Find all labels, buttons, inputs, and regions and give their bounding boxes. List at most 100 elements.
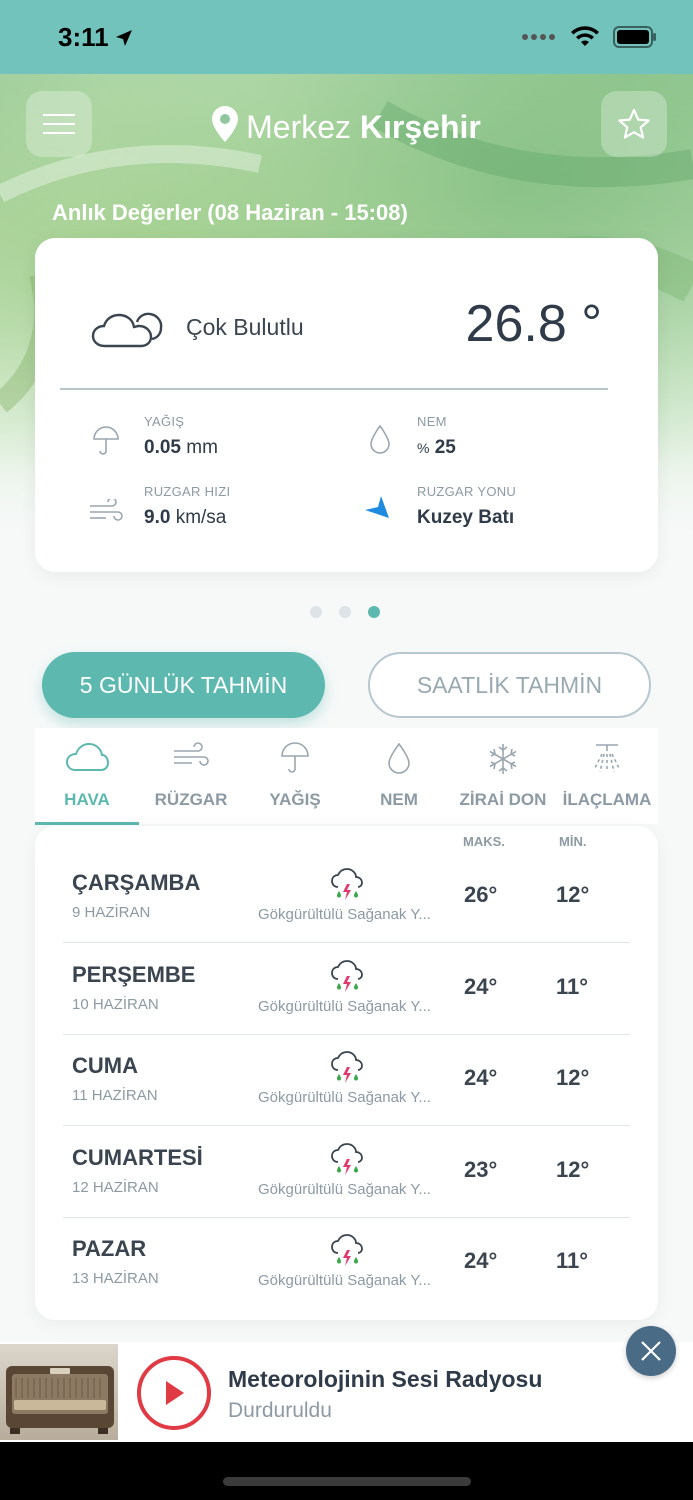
- forecast-day: ÇARŞAMBA: [72, 870, 201, 895]
- min-header: MİN.: [559, 834, 587, 849]
- page-dot-active[interactable]: [368, 606, 380, 618]
- wind-speed-metric: RUZGAR HIZI 9.0 km/sa: [144, 484, 230, 529]
- play-button[interactable]: [137, 1356, 211, 1430]
- thunderstorm-icon: [331, 1234, 363, 1266]
- humidity-drop-icon: [370, 424, 390, 454]
- home-area: [0, 1442, 693, 1500]
- forecast-min-temp: 12°: [556, 1156, 590, 1182]
- forecast-day: CUMA: [72, 1053, 138, 1078]
- tab-hava[interactable]: HAVA: [35, 728, 139, 824]
- precipitation-value: 0.05: [144, 437, 181, 458]
- humidity-label: NEM: [417, 414, 447, 429]
- thunderstorm-icon: [331, 1051, 363, 1083]
- forecast-row[interactable]: ÇARŞAMBA 9 HAZİRAN Gökgürültülü Sağanak Y.…: [63, 852, 630, 943]
- star-icon: [618, 108, 650, 139]
- status-time: 3:11: [58, 22, 109, 52]
- forecast-tabs: HAVA RÜZGAR YAĞIŞ NEM ZİRAİ DON İLAÇLAMA: [35, 728, 658, 824]
- page-dot[interactable]: [339, 606, 351, 618]
- wind-direction-value: Kuzey Batı: [417, 507, 515, 528]
- tab-label: ZİRAİ DON: [459, 790, 547, 809]
- page-dot[interactable]: [310, 606, 322, 618]
- forecast-max-temp: 24°: [464, 973, 498, 999]
- forecast-condition: Gökgürültülü Sağanak Y...: [258, 906, 431, 923]
- five-day-forecast-button[interactable]: 5 GÜNLÜK TAHMİN: [42, 652, 325, 718]
- forecast-condition: Gökgürültülü Sağanak Y...: [258, 1089, 431, 1106]
- close-player-button[interactable]: [626, 1326, 676, 1376]
- thunderstorm-icon: [331, 868, 363, 900]
- umbrella-icon: [281, 742, 309, 773]
- humidity-value: 25: [434, 437, 456, 458]
- wind-speed-value: 9.0: [144, 507, 171, 528]
- radio-status: Durduruldu: [228, 1399, 332, 1422]
- card-divider: [60, 388, 608, 390]
- tab-yagis[interactable]: YAĞIŞ: [243, 728, 347, 824]
- wind-icon: [90, 499, 123, 521]
- forecast-date: 11 HAZİRAN: [72, 1087, 158, 1104]
- page-indicator[interactable]: [310, 606, 380, 618]
- forecast-condition: Gökgürültülü Sağanak Y...: [258, 1272, 431, 1289]
- forecast-day: PAZAR: [72, 1236, 147, 1261]
- forecast-max-temp: 23°: [464, 1156, 498, 1182]
- forecast-date: 13 HAZİRAN: [72, 1270, 159, 1287]
- forecast-row[interactable]: CUMA 11 HAZİRAN Gökgürültülü Sağanak Y... 2…: [63, 1035, 630, 1126]
- hourly-forecast-button[interactable]: SAATLİK TAHMİN: [368, 652, 651, 718]
- tab-zirai-don[interactable]: ZİRAİ DON: [451, 728, 555, 824]
- max-header: MAKS.: [463, 834, 505, 849]
- forecast-row[interactable]: PERŞEMBE 10 HAZİRAN Gökgürültülü Sağanak Y…: [63, 944, 630, 1035]
- forecast-min-temp: 11°: [556, 1248, 589, 1273]
- map-pin-icon: [212, 106, 239, 142]
- forecast-day: CUMARTESİ: [72, 1144, 203, 1170]
- tab-ruzgar[interactable]: RÜZGAR: [139, 728, 243, 824]
- wind-direction-label: RUZGAR YONU: [417, 484, 517, 499]
- forecast-date: 10 HAZİRAN: [72, 995, 159, 1013]
- forecast-row[interactable]: PAZAR 13 HAZİRAN Gökgürültülü Sağanak Y...…: [63, 1218, 630, 1309]
- forecast-max-temp: 24°: [464, 1065, 498, 1090]
- tab-ilaclama[interactable]: İLAÇLAMA: [555, 728, 659, 824]
- forecast-list: MAKS. MİN. ÇARŞAMBA 9 HAZİRAN Gökgürültülü…: [35, 826, 658, 1320]
- forecast-max-temp: 26°: [464, 882, 498, 907]
- instant-values-title: Anlık Değerler (08 Haziran - 15:08): [52, 200, 408, 225]
- play-icon: [166, 1381, 184, 1405]
- forecast-min-temp: 11°: [556, 973, 589, 999]
- cloud-icon: [65, 742, 109, 771]
- wind-direction-metric: RUZGAR YONU Kuzey Batı: [417, 484, 516, 529]
- forecast-date: 9 HAZİRAN: [72, 904, 151, 921]
- close-icon: [641, 1341, 661, 1361]
- wind-icon: [174, 742, 209, 766]
- cloudy-icon: [91, 312, 163, 348]
- forecast-min-temp: 12°: [556, 1065, 590, 1090]
- radio-player: Meteorolojinin Sesi Radyosu Durduruldu: [0, 1342, 693, 1442]
- forecast-condition: Gökgürültülü Sağanak Y...: [258, 1180, 431, 1198]
- precipitation-unit: mm: [186, 437, 218, 458]
- humidity-unit: %: [417, 440, 430, 456]
- current-weather-card[interactable]: Çok Bulutlu 26.8 ° YAĞIŞ 0.05 mm NEM % 2…: [35, 238, 658, 572]
- forecast-date: 12 HAZİRAN: [72, 1178, 159, 1196]
- tab-label: İLAÇLAMA: [562, 790, 652, 809]
- precipitation-label: YAĞIŞ: [144, 414, 185, 429]
- forecast-day: PERŞEMBE: [72, 961, 196, 987]
- favorite-button[interactable]: [601, 91, 667, 157]
- tab-label: YAĞIŞ: [269, 790, 321, 809]
- drop-icon: [388, 742, 410, 774]
- signal-icon: [522, 34, 555, 40]
- wind-speed-unit: km/sa: [175, 507, 227, 528]
- radio-thumbnail: [0, 1344, 118, 1440]
- forecast-condition: Gökgürültülü Sağanak Y...: [258, 997, 431, 1015]
- location-title[interactable]: Merkez Kırşehir: [0, 106, 693, 146]
- wind-direction-arrow-icon: [365, 496, 389, 518]
- thunderstorm-icon: [331, 1142, 363, 1175]
- tab-label: RÜZGAR: [154, 790, 228, 809]
- precipitation-metric: YAĞIŞ 0.05 mm: [144, 414, 218, 459]
- forecast-row[interactable]: CUMARTESİ 12 HAZİRAN Gökgürültülü Sağanak …: [63, 1127, 630, 1218]
- location-name: Kırşehir: [359, 109, 481, 145]
- current-condition: Çok Bulutlu: [186, 314, 304, 340]
- tab-label: HAVA: [64, 790, 110, 809]
- tab-label: NEM: [380, 790, 418, 809]
- tab-nem[interactable]: NEM: [347, 728, 451, 824]
- snowflake-icon: [489, 744, 517, 774]
- home-indicator[interactable]: [223, 1477, 471, 1486]
- forecast-min-temp: 12°: [556, 882, 590, 907]
- battery-icon: [613, 26, 656, 48]
- wind-speed-label: RUZGAR HIZI: [144, 484, 231, 499]
- radio-title: Meteorolojinin Sesi Radyosu: [228, 1366, 543, 1392]
